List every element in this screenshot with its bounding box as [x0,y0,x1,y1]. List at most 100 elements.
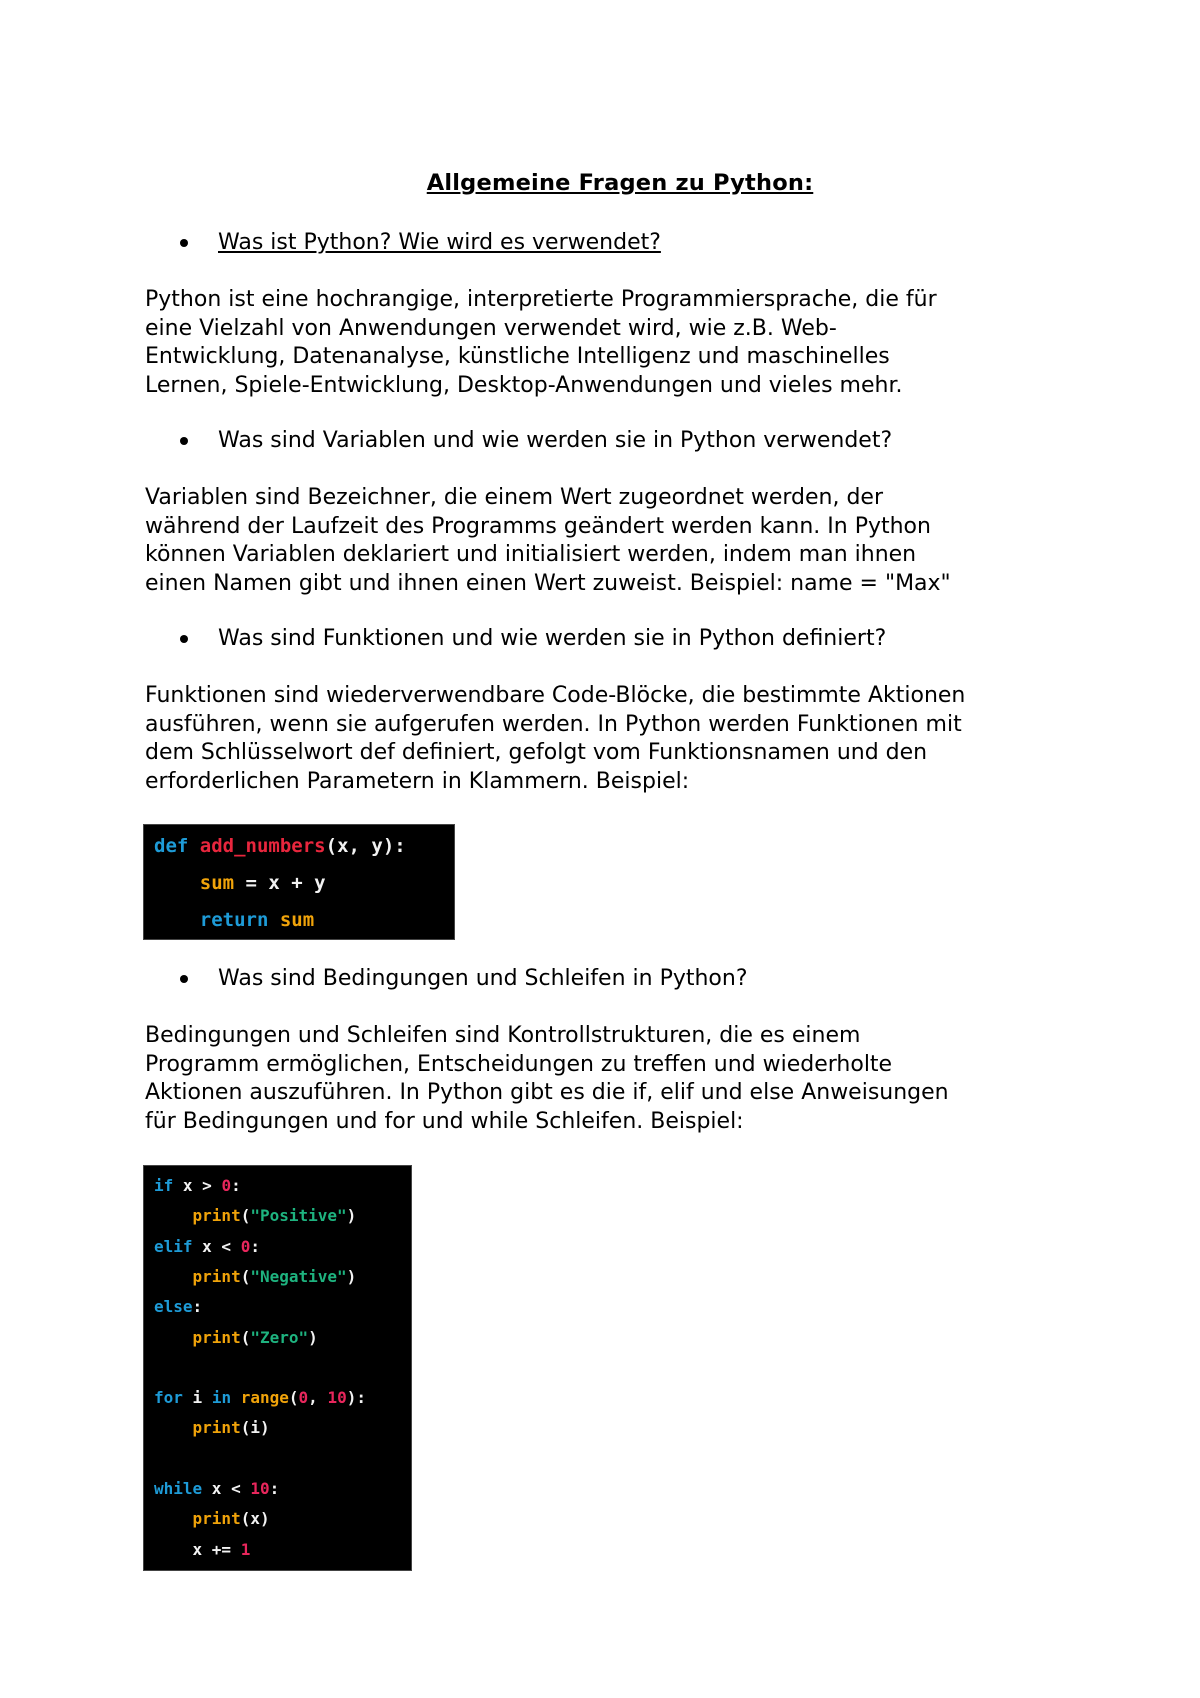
code-token: return [199,909,269,931]
answer-line: Python ist eine hochrangige, interpretie… [145,287,937,312]
code-token: , [308,1388,328,1408]
code-token: add_numbers [199,835,326,857]
code-token: "Zero" [250,1327,309,1347]
code-line: for i in range(0, 10): [154,1388,366,1407]
answer-line: Lernen, Spiele-Entwicklung, Desktop-Anwe… [145,372,903,398]
answer-line: für Bedingungen und for und while Schlei… [145,1108,744,1134]
answer-4: Bedingungen und Schleifen sind Kontrolls… [145,1022,1065,1136]
document-page: Allgemeine Fragen zu Python: Was ist Pyt… [0,0,1200,1698]
code-line: sum = x + y [154,872,326,894]
answer-line: Funktionen sind wiederverwendbare Code-B… [145,683,966,708]
code-token: ( [240,1206,251,1226]
code-token: : [192,1297,203,1317]
code-token: ) [308,1327,318,1347]
code-token: 0 [221,1176,232,1195]
code-line: if x > 0: [154,1176,241,1195]
code-token: if [154,1176,174,1195]
code-token: x < [192,1236,241,1256]
bullet-icon [180,635,188,643]
code-token: ( [240,1327,251,1347]
answer-line: einen Namen gibt und ihnen einen Wert zu… [145,570,951,596]
code-token: print [192,1266,241,1286]
answer-line: Entwicklung, Datenanalyse, künstliche In… [145,344,890,369]
code-token: "Negative" [250,1266,347,1286]
bullet-icon [180,437,188,445]
code-block-function: def add_numbers(x, y): sum = x + y retur… [143,824,455,940]
code-token: print [192,1327,241,1347]
question-text: Was sind Variablen und wie werden sie in… [218,428,893,453]
code-token: sum [279,909,315,931]
code-token: x < [202,1479,251,1498]
answer-3: Funktionen sind wiederverwendbare Code-B… [145,682,1065,796]
code-line: print("Positive") [154,1206,357,1226]
code-token: x > [173,1176,222,1195]
code-line: print("Negative") [154,1266,357,1286]
code-line: print("Zero") [154,1328,318,1347]
code-token: range [240,1388,289,1408]
answer-line: Variablen sind Bezeichner, die einem Wer… [145,485,884,510]
code-token: (x, y): [325,835,406,857]
code-line: return sum [154,909,314,931]
answer-line: Bedingungen und Schleifen sind Kontrolls… [145,1023,861,1048]
code-token: ) [346,1266,357,1286]
answer-line: Programm ermöglichen, Entscheidungen zu … [145,1051,893,1077]
code-token: i [182,1388,212,1408]
code-token: else [154,1297,193,1317]
bullet-icon [180,239,188,247]
code-token: for [154,1388,183,1408]
answer-line: Aktionen auszuführen. In Python gibt es … [145,1080,949,1105]
answer-line: eine Vielzahl von Anwendungen verwendet … [145,315,837,341]
question-text: Was sind Bedingungen und Schleifen in Py… [218,966,748,991]
code-token: "Positive" [250,1206,347,1226]
code-line: def add_numbers(x, y): [154,835,406,857]
answer-line: können Variablen deklariert und initiali… [145,542,917,567]
code-token: def [154,835,189,857]
code-token: elif [154,1236,193,1256]
code-token: print [192,1418,241,1438]
code-token: in [211,1388,232,1408]
answer-line: ausführen, wenn sie aufgerufen werden. I… [145,711,962,737]
bullet-icon [180,975,188,983]
answer-1: Python ist eine hochrangige, interpretie… [145,286,1065,400]
code-token: (x) [240,1509,270,1529]
code-token: x += [154,1539,241,1559]
code-line: else: [154,1297,202,1316]
answer-line: während der Laufzeit des Programms geänd… [145,513,931,539]
code-token: (i) [240,1418,270,1438]
question-text: Was ist Python? Wie wird es verwendet? [218,230,661,255]
code-token: : [269,1479,280,1498]
code-token: ( [240,1266,251,1286]
code-block-control-flow: if x > 0: print("Positive") elif x < 0: p… [143,1165,412,1571]
code-token: 1 [240,1539,251,1559]
code-token: 0 [298,1388,309,1408]
code-token: : [231,1176,241,1195]
code-line: print(x) [154,1509,270,1528]
code-token: 0 [240,1236,251,1256]
code-token: 10 [250,1479,270,1498]
document-title: Allgemeine Fragen zu Python: [426,170,814,196]
code-token: 10 [327,1388,347,1408]
code-token: : [250,1236,260,1256]
code-token: sum [199,872,235,894]
code-token: print [192,1509,241,1529]
code-line: elif x < 0: [154,1237,260,1256]
code-line: x += 1 [154,1539,251,1559]
answer-line: dem Schlüsselwort def definiert, gefolgt… [145,740,928,765]
code-token: = x + y [234,872,326,894]
question-text: Was sind Funktionen und wie werden sie i… [218,626,887,651]
code-token: print [192,1206,241,1226]
code-token: ) [346,1206,357,1226]
code-token: while [154,1479,203,1498]
code-line: print(i) [154,1418,270,1437]
code-token: ): [346,1388,366,1408]
answer-line: erforderlichen Parametern in Klammern. B… [145,768,690,794]
